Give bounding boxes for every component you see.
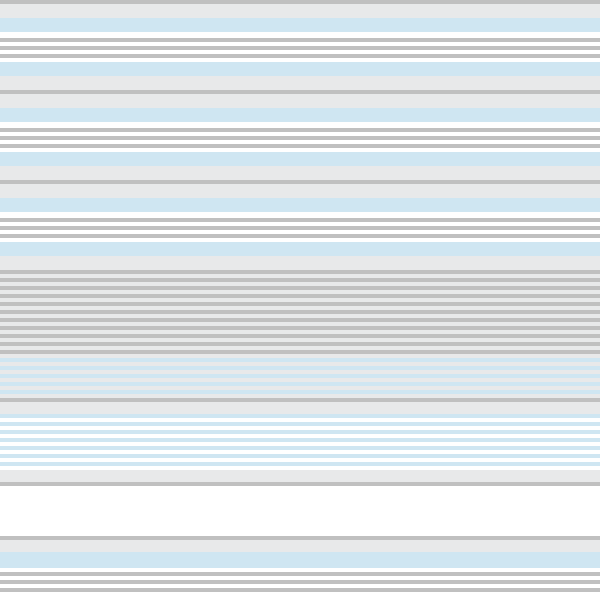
stripe — [0, 152, 600, 166]
stripe — [0, 4, 600, 18]
stripe — [0, 166, 600, 180]
stripe — [0, 62, 600, 76]
stripe — [0, 18, 600, 32]
stripe — [0, 540, 600, 552]
stripe — [0, 94, 600, 108]
stripe — [0, 470, 600, 482]
stripe — [0, 402, 600, 414]
stripe — [0, 256, 600, 270]
stripe — [0, 76, 600, 90]
stripe — [0, 108, 600, 122]
stripe — [0, 486, 600, 536]
stripe — [0, 198, 600, 212]
stripe — [0, 552, 600, 568]
stripe-pattern — [0, 0, 600, 600]
stripe — [0, 592, 600, 600]
stripe — [0, 184, 600, 198]
stripe — [0, 242, 600, 256]
